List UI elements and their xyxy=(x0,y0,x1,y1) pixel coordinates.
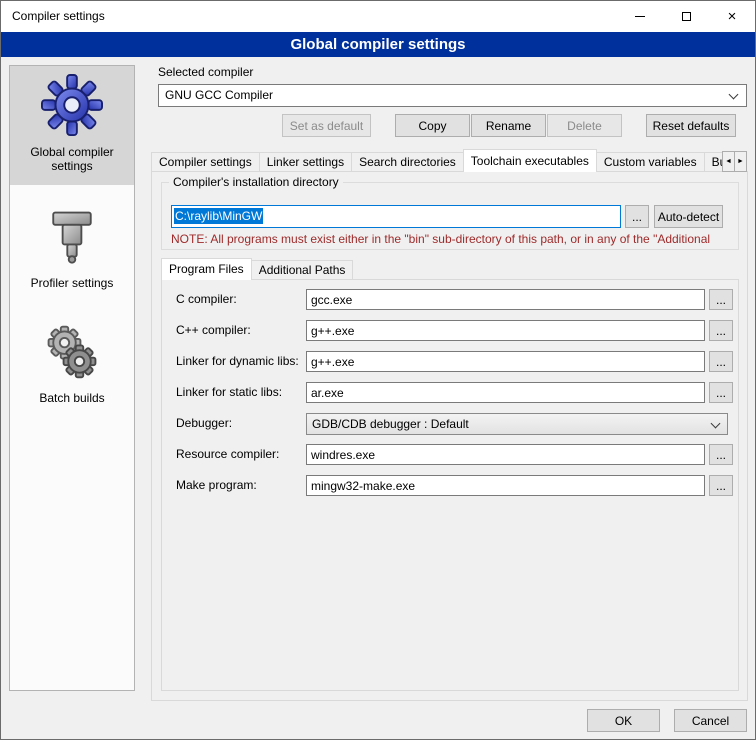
program-files-tabstrip: Program Files Additional Paths xyxy=(161,258,352,280)
sidebar-item-profiler-settings[interactable]: Profiler settings xyxy=(10,197,134,302)
make-program-label: Make program: xyxy=(176,475,257,496)
resource-compiler-browse-button[interactable]: ... xyxy=(709,444,733,465)
chevron-down-icon xyxy=(711,419,721,429)
sidebar-item-global-compiler-settings[interactable]: Global compiler settings xyxy=(10,66,134,185)
delete-button[interactable]: Delete xyxy=(547,114,622,137)
copy-button[interactable]: Copy xyxy=(395,114,470,137)
sidebar-item-label: Batch builds xyxy=(12,391,132,405)
gray-gears-icon xyxy=(42,322,102,382)
installation-directory-browse-button[interactable]: ... xyxy=(625,205,649,228)
static-linker-row: Linker for static libs: ... xyxy=(161,382,739,404)
tab-program-files[interactable]: Program Files xyxy=(161,258,252,280)
cpp-compiler-input[interactable] xyxy=(306,320,705,341)
rename-button[interactable]: Rename xyxy=(471,114,546,137)
static-linker-browse-button[interactable]: ... xyxy=(709,382,733,403)
blue-gear-icon xyxy=(41,74,103,136)
dynamic-linker-label: Linker for dynamic libs: xyxy=(176,351,299,372)
tab-search-directories[interactable]: Search directories xyxy=(351,152,464,172)
tab-compiler-settings[interactable]: Compiler settings xyxy=(151,152,260,172)
sidebar-item-label: Profiler settings xyxy=(12,276,132,290)
debugger-row: Debugger: GDB/CDB debugger : Default xyxy=(161,413,739,435)
page-title: Global compiler settings xyxy=(1,32,755,57)
c-compiler-browse-button[interactable]: ... xyxy=(709,289,733,310)
tab-linker-settings[interactable]: Linker settings xyxy=(259,152,352,172)
cpp-compiler-row: C++ compiler: ... xyxy=(161,320,739,342)
compiler-select-value: GNU GCC Compiler xyxy=(165,88,273,102)
cancel-button[interactable]: Cancel xyxy=(674,709,747,732)
settings-tabstrip: Compiler settings Linker settings Search… xyxy=(151,149,723,172)
note-text: NOTE: All programs must exist either in … xyxy=(171,232,738,246)
tab-scroll-right-button[interactable]: ► xyxy=(734,151,747,172)
sidebar: Global compiler settings Profiler settin… xyxy=(9,65,135,691)
tab-toolchain-executables[interactable]: Toolchain executables xyxy=(463,149,597,172)
close-icon: × xyxy=(728,9,737,24)
window-controls: × xyxy=(617,1,755,32)
sidebar-item-batch-builds[interactable]: Batch builds xyxy=(10,314,134,417)
resource-compiler-row: Resource compiler: ... xyxy=(161,444,739,466)
c-compiler-input[interactable] xyxy=(306,289,705,310)
ok-button[interactable]: OK xyxy=(587,709,660,732)
dynamic-linker-row: Linker for dynamic libs: ... xyxy=(161,351,739,373)
profiler-tool-icon xyxy=(42,205,102,267)
make-program-input[interactable] xyxy=(306,475,705,496)
tab-additional-paths[interactable]: Additional Paths xyxy=(251,260,354,280)
arrow-left-icon: ◄ xyxy=(725,158,732,165)
dynamic-linker-input[interactable] xyxy=(306,351,705,372)
debugger-select[interactable]: GDB/CDB debugger : Default xyxy=(306,413,728,435)
static-linker-input[interactable] xyxy=(306,382,705,403)
minimize-button[interactable] xyxy=(617,1,663,32)
chevron-down-icon xyxy=(729,90,739,100)
static-linker-label: Linker for static libs: xyxy=(176,382,282,403)
debugger-label: Debugger: xyxy=(176,413,232,434)
titlebar: Compiler settings × xyxy=(1,1,755,32)
cpp-compiler-label: C++ compiler: xyxy=(176,320,251,341)
c-compiler-label: C compiler: xyxy=(176,289,237,310)
selected-compiler-label: Selected compiler xyxy=(158,65,253,79)
c-compiler-row: C compiler: ... xyxy=(161,289,739,311)
tab-scroll-controls: ◄ ► xyxy=(723,151,747,172)
set-as-default-button[interactable]: Set as default xyxy=(282,114,371,137)
compiler-select[interactable]: GNU GCC Compiler xyxy=(158,84,747,107)
make-program-row: Make program: ... xyxy=(161,475,739,497)
resource-compiler-input[interactable] xyxy=(306,444,705,465)
auto-detect-button[interactable]: Auto-detect xyxy=(654,205,723,228)
tab-custom-variables[interactable]: Custom variables xyxy=(596,152,705,172)
installation-directory-input[interactable]: C:\raylib\MinGW xyxy=(171,205,621,228)
close-button[interactable]: × xyxy=(709,1,755,32)
installation-directory-value: C:\raylib\MinGW xyxy=(174,208,263,224)
maximize-icon xyxy=(682,12,691,21)
maximize-button[interactable] xyxy=(663,1,709,32)
minimize-icon xyxy=(635,16,645,17)
compiler-settings-dialog: Compiler settings × Global compiler sett… xyxy=(0,0,756,740)
make-program-browse-button[interactable]: ... xyxy=(709,475,733,496)
sidebar-item-label: Global compiler settings xyxy=(12,145,132,173)
debugger-select-value: GDB/CDB debugger : Default xyxy=(312,417,469,431)
arrow-right-icon: ► xyxy=(737,158,744,165)
dynamic-linker-browse-button[interactable]: ... xyxy=(709,351,733,372)
resource-compiler-label: Resource compiler: xyxy=(176,444,279,465)
window-title: Compiler settings xyxy=(12,1,105,32)
reset-defaults-button[interactable]: Reset defaults xyxy=(646,114,736,137)
cpp-compiler-browse-button[interactable]: ... xyxy=(709,320,733,341)
tab-build[interactable]: Buil xyxy=(704,152,723,172)
installation-directory-group-label: Compiler's installation directory xyxy=(169,175,343,189)
